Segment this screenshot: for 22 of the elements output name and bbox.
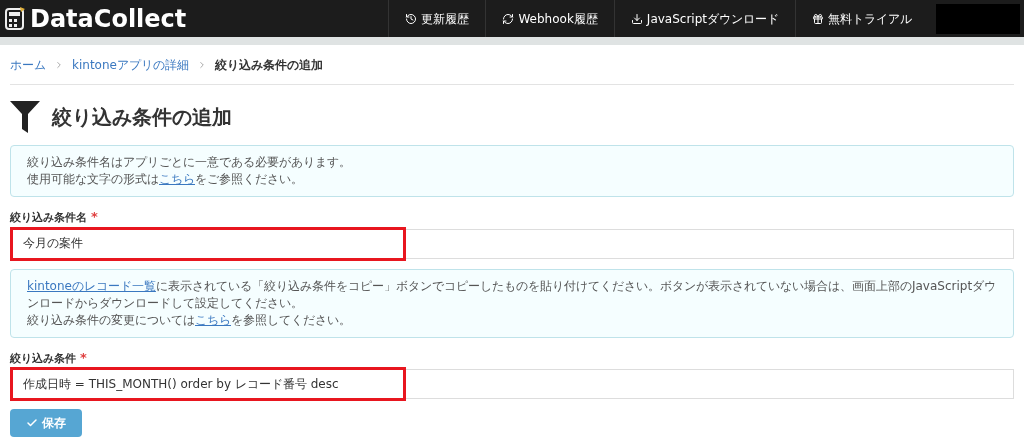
funnel-icon: [10, 101, 40, 133]
field-label: 絞り込み条件名: [10, 211, 87, 224]
help-link[interactable]: kintoneのレコード一覧: [27, 278, 156, 293]
breadcrumb-link[interactable]: kintoneアプリの詳細: [72, 55, 189, 74]
required-mark: *: [91, 209, 98, 224]
field-label: 絞り込み条件: [10, 351, 76, 365]
page-title: 絞り込み条件の追加: [52, 104, 232, 131]
app-logo[interactable]: DataCollect: [30, 0, 187, 37]
breadcrumb-current: 絞り込み条件の追加: [214, 56, 323, 74]
help-link[interactable]: こちら: [195, 312, 231, 327]
chevron-icon: [54, 59, 64, 70]
calculator-icon: [4, 6, 26, 31]
help-link[interactable]: こちら: [159, 172, 195, 186]
gift-icon: [812, 12, 824, 25]
sync-icon: [502, 12, 515, 25]
breadcrumb-link[interactable]: ホーム: [10, 55, 46, 74]
notice-text: kintoneのレコード一覧に表示されている「絞り込み条件をコピー」ボタンでコピーしたものを貼り付けてください。ボタンが表示されていない場合は、画面上部のJavaScriptダウンロードからダウンロードして設定してください。 絞り込み条件の変更についてはこちら を参照してください。: [27, 277, 997, 329]
history-icon: [405, 12, 418, 25]
download-icon: [630, 12, 643, 25]
check-icon: [26, 417, 38, 429]
required-mark: *: [80, 349, 87, 365]
notice-text: 絞り込み条件名はアプリごとに一意である必要があります。 使用可能な文字の形式はこちら をご参照ください。: [27, 154, 352, 188]
